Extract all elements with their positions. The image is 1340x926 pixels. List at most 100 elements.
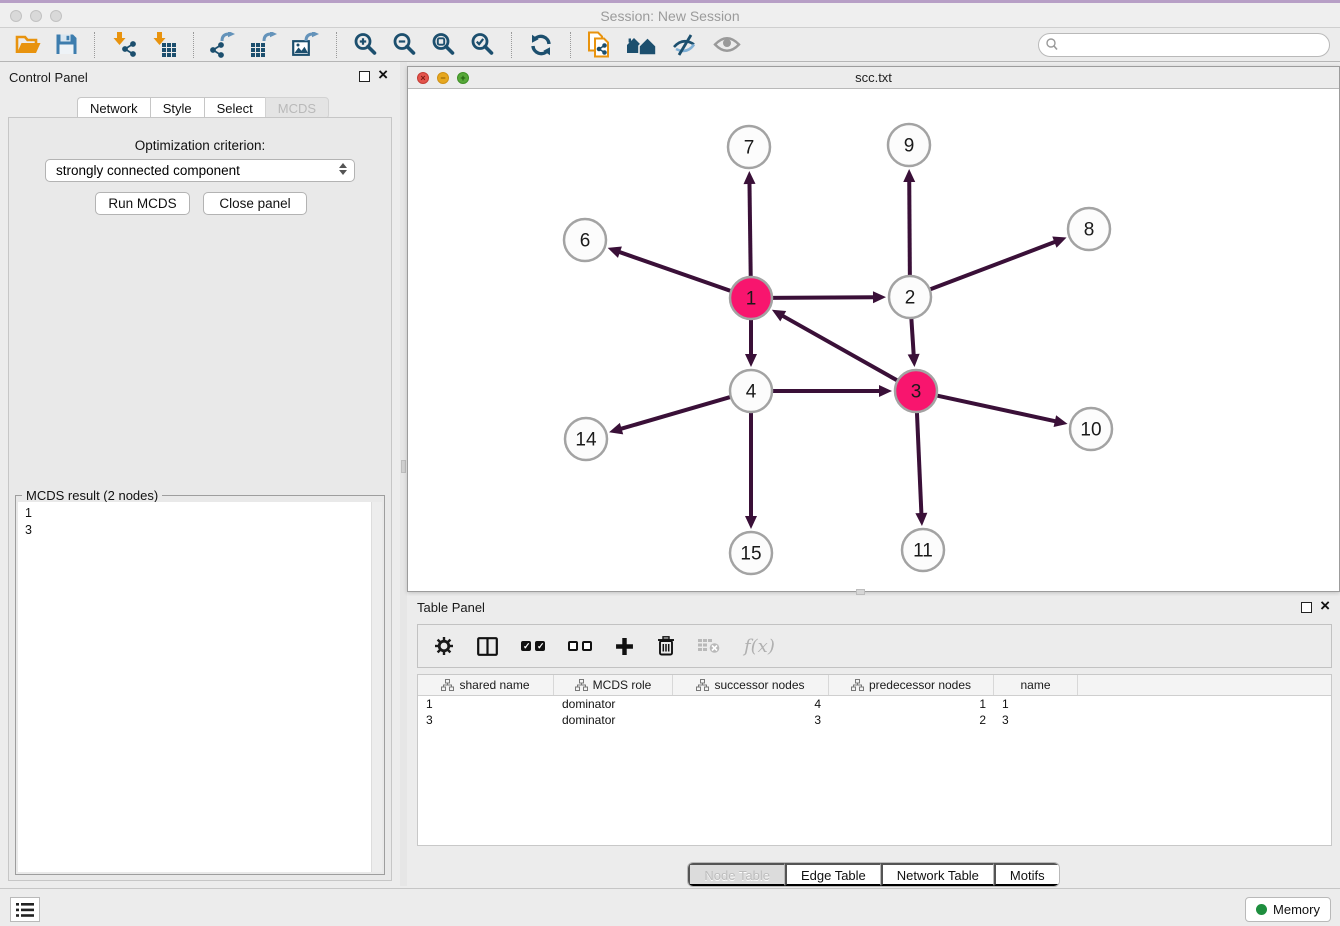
memory-button[interactable]: Memory: [1245, 897, 1331, 922]
zoom-in-button[interactable]: [346, 30, 385, 60]
duplicate-network-button[interactable]: [580, 30, 619, 60]
tab-mcds[interactable]: MCDS: [265, 97, 329, 119]
export-image-button[interactable]: [285, 30, 327, 60]
table-row[interactable]: 3dominator323: [418, 712, 1331, 728]
delete-table-button[interactable]: [698, 638, 721, 654]
function-builder-button[interactable]: f(x): [744, 636, 775, 657]
column-header-label: shared name: [459, 678, 529, 692]
edge-arrowhead-icon: [609, 423, 623, 435]
import-network-icon: [111, 32, 137, 58]
table-cell[interactable]: 1: [994, 696, 1078, 712]
horizontal-splitter-handle[interactable]: [856, 589, 865, 595]
show-column-panel-button[interactable]: [477, 637, 498, 656]
window-title: Session: New Session: [0, 8, 1340, 24]
column-header-predecessor-nodes[interactable]: predecessor nodes: [829, 675, 994, 695]
graph-edge-2-9[interactable]: [909, 180, 910, 278]
table-options-button[interactable]: [434, 636, 454, 656]
run-mcds-button[interactable]: Run MCDS: [95, 192, 190, 215]
graph-edge-2-8[interactable]: [928, 241, 1057, 290]
graph-node-6[interactable]: 6: [564, 219, 606, 261]
graph-node-8[interactable]: 8: [1068, 208, 1110, 250]
table-panel-close-button[interactable]: ×: [1320, 596, 1330, 616]
hierarchy-icon: [441, 679, 454, 691]
table-cell[interactable]: 2: [829, 712, 994, 728]
graph-edge-4-14[interactable]: [620, 396, 733, 429]
table-cell[interactable]: 1: [829, 696, 994, 712]
graph-edge-1-7[interactable]: [749, 182, 750, 279]
tab-style[interactable]: Style: [150, 97, 204, 119]
deselect-all-button[interactable]: [568, 641, 592, 651]
table-cell[interactable]: 3: [418, 712, 554, 728]
tab-node-table[interactable]: Node Table: [688, 863, 785, 886]
graph-node-10[interactable]: 10: [1070, 408, 1112, 450]
import-table-button[interactable]: [144, 30, 184, 60]
tab-edge-table[interactable]: Edge Table: [785, 863, 881, 886]
fit-content-icon: [431, 32, 456, 57]
graph-edge-1-2[interactable]: [770, 297, 875, 298]
delete-row-button[interactable]: [657, 636, 675, 656]
save-session-button[interactable]: [48, 30, 85, 60]
home-icon: [626, 34, 657, 56]
close-panel-button[interactable]: Close panel: [203, 192, 307, 215]
control-panel-close-button[interactable]: ×: [378, 65, 388, 85]
table-cell[interactable]: 3: [994, 712, 1078, 728]
task-history-button[interactable]: [10, 897, 40, 922]
graph-edge-3-10[interactable]: [935, 395, 1057, 422]
checked-box-icon: [521, 641, 531, 651]
tab-network-table[interactable]: Network Table: [881, 863, 994, 886]
table-row[interactable]: 1dominator411: [418, 696, 1331, 712]
add-row-button[interactable]: [615, 637, 634, 656]
table-cell[interactable]: dominator: [554, 696, 673, 712]
graph-node-7[interactable]: 7: [728, 126, 770, 168]
column-header-name[interactable]: name: [994, 675, 1078, 695]
criterion-dropdown[interactable]: strongly connected component: [45, 159, 355, 182]
select-all-button[interactable]: [521, 641, 545, 651]
graph-node-14[interactable]: 14: [565, 418, 607, 460]
network-canvas[interactable]: 7 9 6 8 1 2 4 3 14 10 15 11: [408, 89, 1339, 591]
search-input[interactable]: [1038, 33, 1330, 57]
refresh-button[interactable]: [521, 30, 561, 60]
graph-node-1[interactable]: 1: [730, 277, 772, 319]
fit-content-button[interactable]: [424, 30, 463, 60]
open-file-button[interactable]: [8, 30, 48, 60]
panel-splitter[interactable]: [400, 62, 407, 886]
zoom-out-button[interactable]: [385, 30, 424, 60]
column-header-label: MCDS role: [593, 678, 652, 692]
export-network-button[interactable]: [203, 30, 243, 60]
zoom-selected-button[interactable]: [463, 30, 502, 60]
graph-edge-3-1[interactable]: [781, 315, 899, 381]
graph-node-3[interactable]: 3: [895, 370, 937, 412]
graph-edge-1-6[interactable]: [618, 252, 733, 292]
splitter-handle[interactable]: [401, 460, 406, 473]
table-cell[interactable]: 3: [673, 712, 829, 728]
table-cell[interactable]: 4: [673, 696, 829, 712]
tab-network[interactable]: Network: [77, 97, 150, 119]
graph-node-11[interactable]: 11: [902, 529, 944, 571]
table-cell[interactable]: 1: [418, 696, 554, 712]
table-cell[interactable]: dominator: [554, 712, 673, 728]
control-panel-title: Control Panel: [9, 70, 88, 85]
duplicate-network-icon: [587, 31, 612, 58]
result-scrollbar[interactable]: [371, 502, 382, 872]
toolbar-separator: [94, 32, 95, 58]
graph-edge-3-11[interactable]: [917, 410, 922, 515]
graph-node-2[interactable]: 2: [889, 276, 931, 318]
first-neighbors-button[interactable]: [619, 30, 664, 60]
tab-motifs[interactable]: Motifs: [994, 863, 1059, 886]
column-header-successor-nodes[interactable]: successor nodes: [673, 675, 829, 695]
show-all-button[interactable]: [706, 30, 748, 60]
graph-node-9[interactable]: 9: [888, 124, 930, 166]
export-table-button[interactable]: [243, 30, 285, 60]
hide-selected-button[interactable]: [664, 30, 706, 60]
graph-edge-2-3[interactable]: [911, 316, 914, 356]
column-header-MCDS-role[interactable]: MCDS role: [554, 675, 673, 695]
column-header-shared-name[interactable]: shared name: [418, 675, 554, 695]
table-panel-float-button[interactable]: [1301, 602, 1312, 613]
function-icon: f(x): [744, 636, 775, 657]
graph-node-15[interactable]: 15: [730, 532, 772, 574]
tab-select[interactable]: Select: [204, 97, 265, 119]
control-panel-float-button[interactable]: [359, 71, 370, 82]
import-network-button[interactable]: [104, 30, 144, 60]
graph-node-4[interactable]: 4: [730, 370, 772, 412]
export-table-icon: [250, 32, 278, 58]
